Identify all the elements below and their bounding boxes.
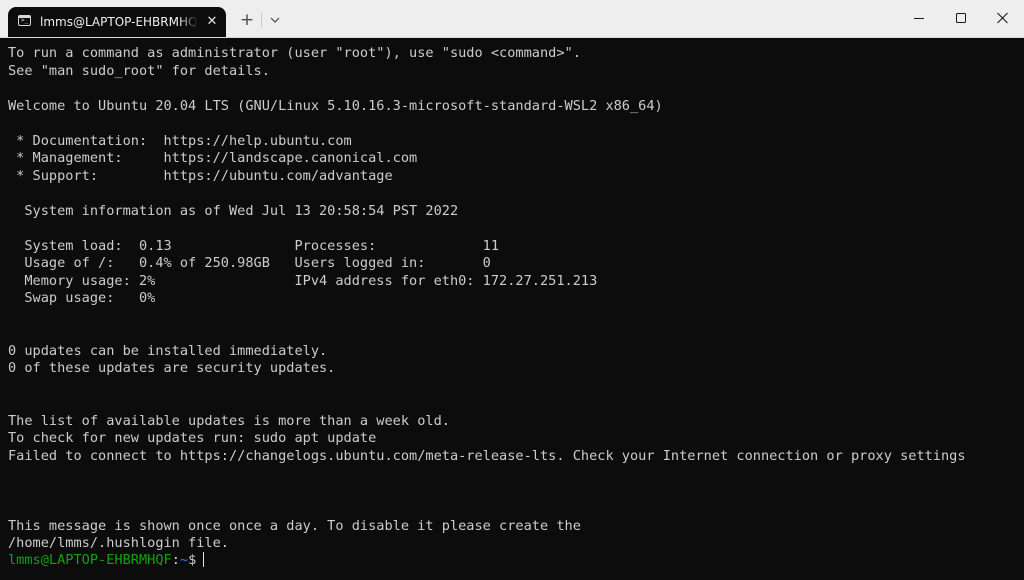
- terminal-line: The list of available updates is more th…: [8, 412, 450, 429]
- terminal-line: * Management: https://landscape.canonica…: [8, 150, 418, 166]
- terminal-window: >_ lmms@LAPTOP-EHBRMHQF: ~ ✕ +: [0, 0, 1024, 580]
- terminal-line: See "man sudo_root" for details.: [8, 62, 270, 79]
- terminal-line: /home/lmms/.hushlogin file.: [8, 535, 229, 551]
- terminal-line: * Support: https://ubuntu.com/advantage: [8, 167, 393, 184]
- terminal-line: Memory usage: 2% IPv4 address for eth0: …: [8, 272, 598, 289]
- tab-title: lmms@LAPTOP-EHBRMHQF: ~: [40, 15, 198, 29]
- tab-dropdown-button[interactable]: [266, 8, 284, 32]
- terminal-output: To run a command as administrator (user …: [8, 45, 966, 553]
- terminal-line: 0 of these updates are security updates.: [8, 360, 336, 376]
- prompt-symbol: $: [188, 552, 197, 568]
- terminal-tab[interactable]: >_ lmms@LAPTOP-EHBRMHQF: ~ ✕: [8, 7, 226, 37]
- new-tab-button[interactable]: +: [236, 8, 258, 32]
- close-tab-icon[interactable]: ✕: [203, 13, 221, 31]
- maximize-button[interactable]: [938, 0, 984, 36]
- minimize-icon: [914, 18, 924, 19]
- command-prompt[interactable]: lmms@LAPTOP-EHBRMHQF:~$: [8, 552, 205, 570]
- terminal-line: Failed to connect to https://changelogs.…: [8, 447, 966, 464]
- terminal-line: Usage of /: 0.4% of 250.98GB Users logge…: [8, 255, 491, 271]
- close-window-button[interactable]: [980, 0, 1024, 36]
- tab-divider: [261, 13, 262, 27]
- terminal-line: 0 updates can be installed immediately.: [8, 342, 328, 359]
- plus-icon: +: [239, 10, 255, 30]
- terminal-line: Welcome to Ubuntu 20.04 LTS (GNU/Linux 5…: [8, 97, 663, 114]
- terminal-line: * Documentation: https://help.ubuntu.com: [8, 132, 352, 149]
- terminal-line: System information as of Wed Jul 13 20:5…: [8, 202, 459, 219]
- prompt-path: ~: [179, 552, 189, 568]
- prompt-separator: :: [171, 552, 180, 568]
- terminal-line: To run a command as administrator (user …: [8, 45, 581, 61]
- chevron-down-icon: [270, 17, 280, 23]
- terminal-area[interactable]: To run a command as administrator (user …: [0, 38, 1024, 580]
- terminal-line: System load: 0.13 Processes: 11: [8, 237, 500, 254]
- text-cursor: [203, 552, 205, 567]
- maximize-icon: [956, 13, 966, 23]
- minimize-button[interactable]: [896, 0, 942, 36]
- title-bar: >_ lmms@LAPTOP-EHBRMHQF: ~ ✕ +: [0, 0, 1024, 38]
- terminal-line: Swap usage: 0%: [8, 290, 156, 306]
- terminal-line: This message is shown once once a day. T…: [8, 517, 581, 534]
- prompt-user-host: lmms@LAPTOP-EHBRMHQF: [8, 552, 172, 568]
- terminal-line: To check for new updates run: sudo apt u…: [8, 430, 377, 446]
- terminal-icon: >_: [18, 15, 31, 26]
- close-icon: [997, 12, 1008, 24]
